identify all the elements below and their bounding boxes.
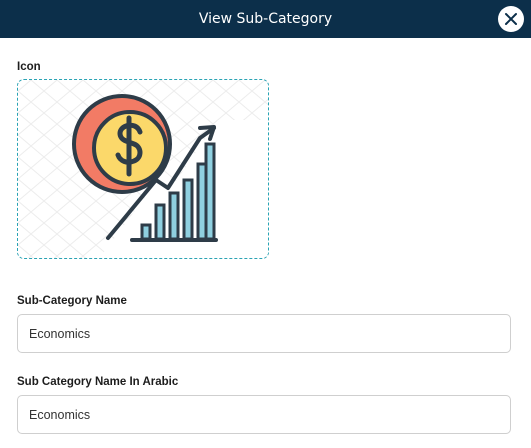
economy-growth-icon	[18, 80, 268, 258]
modal-header: View Sub-Category	[0, 0, 531, 38]
subcategory-name-field[interactable]: Economics	[17, 314, 511, 353]
subcategory-name-label: Sub-Category Name	[17, 295, 127, 307]
icon-label: Icon	[17, 61, 41, 73]
icon-preview	[17, 79, 269, 259]
close-icon	[505, 13, 517, 25]
subcategory-name-arabic-label: Sub Category Name In Arabic	[17, 376, 179, 388]
modal-title: View Sub-Category	[198, 11, 333, 27]
subcategory-name-arabic-value: Economics	[29, 407, 91, 422]
subcategory-name-arabic-field[interactable]: Economics	[17, 395, 511, 434]
close-button[interactable]	[498, 6, 524, 32]
subcategory-name-value: Economics	[29, 326, 91, 341]
